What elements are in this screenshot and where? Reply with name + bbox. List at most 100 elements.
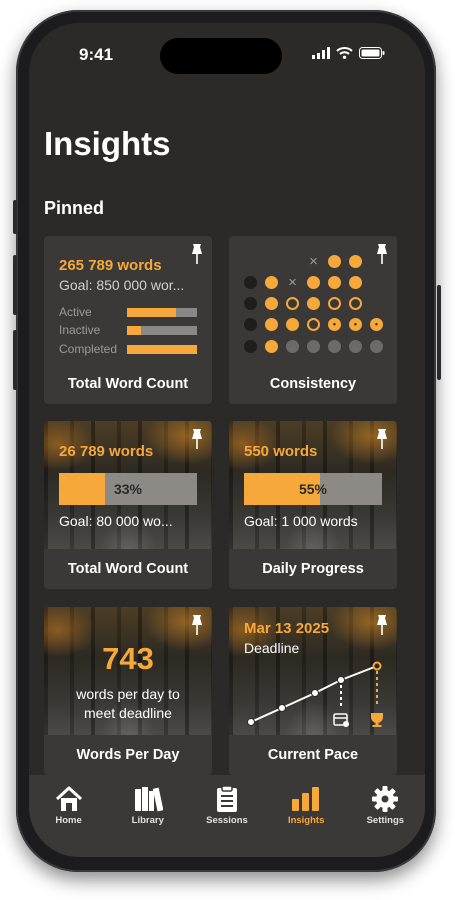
- consistency-dot-gray: [307, 340, 320, 353]
- card-consistency[interactable]: × × • • • Consistency: [229, 236, 397, 404]
- consistency-dot-ring: [307, 318, 320, 331]
- card-words-per-day[interactable]: 743 words per day to meet deadline Words…: [44, 607, 212, 775]
- signal-icon: [312, 47, 330, 59]
- consistency-dot-gray: [328, 340, 341, 353]
- wifi-icon: [336, 47, 353, 59]
- status-icons: [312, 47, 385, 59]
- consistency-dot-x: ×: [288, 274, 297, 291]
- card-total-word-count[interactable]: 265 789 words Goal: 850 000 wor... Activ…: [44, 236, 212, 404]
- consistency-dot-filled: [349, 255, 362, 268]
- stat-label: Active: [59, 305, 92, 319]
- gear-icon: [372, 786, 399, 812]
- total-words-goal: Goal: 850 000 wor...: [59, 277, 185, 293]
- pin-icon[interactable]: [190, 428, 204, 450]
- progress-percent: 33%: [113, 481, 143, 497]
- project-progress-bar: 33%: [59, 473, 197, 505]
- consistency-dot-dark: [244, 318, 257, 331]
- progress-percent: 55%: [298, 481, 328, 497]
- stat-row-active: Active: [59, 305, 199, 319]
- consistency-dot-gray: [349, 340, 362, 353]
- card-title: Daily Progress: [229, 549, 397, 589]
- bar-chart-icon: [292, 787, 320, 811]
- tab-bar: Home Library Sessions Insights Settings: [29, 775, 425, 857]
- card-current-pace[interactable]: Mar 13 2025 Deadline Current Pace: [229, 607, 397, 775]
- stat-row-completed: Completed: [59, 342, 199, 356]
- consistency-dot-gray: [286, 340, 299, 353]
- trophy-icon: [371, 713, 383, 727]
- stat-row-inactive: Inactive: [59, 323, 199, 337]
- consistency-dot-x: ×: [309, 253, 318, 270]
- tab-insights[interactable]: Insights: [271, 785, 341, 826]
- power-button: [437, 285, 441, 380]
- volume-down-button: [13, 330, 17, 390]
- consistency-dot-dark: [244, 340, 257, 353]
- total-words-value: 265 789 words: [59, 257, 162, 274]
- tab-label: Settings: [366, 815, 405, 826]
- consistency-dot-filled: [265, 340, 278, 353]
- consistency-dot-filled: [265, 318, 278, 331]
- tab-label: Insights: [287, 815, 325, 826]
- consistency-dot-grid: × × • • •: [244, 253, 384, 355]
- stat-fill-completed: [127, 344, 197, 354]
- project-goal: Goal: 80 000 wo...: [59, 513, 173, 529]
- words-per-day-value: 743: [102, 641, 154, 676]
- consistency-dot-filled: [286, 318, 299, 331]
- consistency-dot-filled: [265, 276, 278, 289]
- consistency-dot-flame: •: [328, 318, 341, 331]
- consistency-dot-filled: [349, 276, 362, 289]
- stat-fill-active: [127, 307, 176, 317]
- consistency-dot-flame: •: [349, 318, 362, 331]
- tab-home[interactable]: Home: [34, 785, 104, 826]
- stat-fill-inactive: [127, 325, 141, 335]
- tab-label: Home: [55, 815, 82, 826]
- consistency-dot-gray: [370, 340, 383, 353]
- volume-up-button: [13, 255, 17, 315]
- dynamic-island: [160, 38, 282, 74]
- tab-label: Sessions: [206, 815, 248, 826]
- card-daily-progress[interactable]: 550 words 55% Goal: 1 000 words Daily Pr…: [229, 421, 397, 589]
- consistency-dot-filled: [328, 255, 341, 268]
- consistency-dot-ring: [328, 297, 341, 310]
- tab-label: Library: [131, 815, 164, 826]
- consistency-dot-ring: [349, 297, 362, 310]
- card-project-word-count[interactable]: 26 789 words 33% Goal: 80 000 wo... Tota…: [44, 421, 212, 589]
- stat-label: Completed: [59, 342, 118, 356]
- status-time: 9:41: [79, 45, 114, 64]
- library-icon: [134, 787, 163, 812]
- pace-line-graph: [247, 661, 383, 727]
- consistency-dot-ring: [286, 297, 299, 310]
- consistency-dot-dark: [244, 297, 257, 310]
- home-icon: [55, 786, 82, 811]
- consistency-dot-flame: •: [370, 318, 383, 331]
- card-title: Total Word Count: [44, 364, 212, 404]
- card-title: Consistency: [229, 364, 397, 404]
- page-title: Insights: [44, 125, 171, 162]
- action-button: [13, 200, 17, 234]
- consistency-dot-filled: [307, 297, 320, 310]
- daily-progress-bar: 55%: [244, 473, 382, 505]
- daily-goal: Goal: 1 000 words: [244, 513, 358, 529]
- stat-label: Inactive: [59, 323, 101, 337]
- card-title: Total Word Count: [44, 549, 212, 589]
- calendar-check-icon: [333, 713, 349, 727]
- consistency-dot-filled: [265, 297, 278, 310]
- pin-icon[interactable]: [190, 243, 204, 265]
- clipboard-icon: [216, 785, 237, 812]
- project-words-value: 26 789 words: [59, 443, 154, 460]
- pin-icon[interactable]: [375, 428, 389, 450]
- tab-settings[interactable]: Settings: [350, 785, 420, 826]
- card-title: Current Pace: [229, 735, 397, 775]
- daily-words-value: 550 words: [244, 443, 318, 460]
- words-per-day-caption-2: meet deadline: [84, 705, 172, 721]
- battery-icon: [359, 47, 385, 59]
- tab-library[interactable]: Library: [113, 785, 183, 826]
- section-title-pinned: Pinned: [44, 198, 105, 218]
- words-per-day-caption-1: words per day to: [76, 686, 180, 702]
- tab-sessions[interactable]: Sessions: [192, 785, 262, 826]
- consistency-dot-dark: [244, 276, 257, 289]
- consistency-dot-filled: [307, 276, 320, 289]
- screen: 9:41 Insights Pinned 265 789 words Goal:…: [29, 23, 425, 857]
- consistency-dot-filled: [328, 276, 341, 289]
- card-title: Words Per Day: [44, 735, 212, 775]
- pin-icon[interactable]: [190, 614, 204, 636]
